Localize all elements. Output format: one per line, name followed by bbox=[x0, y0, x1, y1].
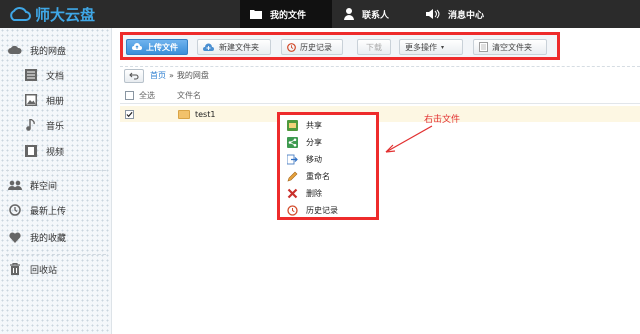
sidebar-item-video[interactable]: 视频 bbox=[24, 144, 64, 158]
menu-item-label: 分享 bbox=[306, 137, 322, 147]
delete-icon bbox=[287, 188, 298, 199]
clock-icon bbox=[8, 203, 22, 217]
upload-button[interactable]: 上传文件 bbox=[126, 39, 188, 55]
clear-folder-label: 清空文件夹 bbox=[492, 42, 532, 52]
history-button[interactable]: 历史记录 bbox=[281, 39, 343, 55]
context-menu: 共享 分享 移动 重命名 删除 历史记录 bbox=[277, 112, 379, 220]
menu-item-label: 删除 bbox=[306, 188, 322, 198]
cloud-icon bbox=[8, 43, 22, 57]
download-label: 下载 bbox=[366, 42, 382, 52]
person-icon bbox=[344, 8, 354, 20]
sidebar-item-photos[interactable]: 相册 bbox=[24, 93, 64, 107]
sidebar-item-favorites[interactable]: 我的收藏 bbox=[8, 230, 66, 244]
sidebar-item-label: 音乐 bbox=[46, 121, 65, 132]
menu-item-rename[interactable]: 重命名 bbox=[287, 169, 330, 183]
film-icon bbox=[24, 144, 38, 158]
share-folder-icon bbox=[287, 119, 298, 131]
folder-icon bbox=[250, 9, 262, 19]
logo-text: 师大云盘 bbox=[35, 5, 96, 24]
menu-item-label: 历史记录 bbox=[306, 205, 338, 215]
menu-item-share-link[interactable]: 分享 bbox=[287, 135, 322, 149]
sidebar-item-label: 相册 bbox=[46, 96, 65, 107]
checkmark-icon bbox=[126, 111, 133, 117]
app-logo[interactable]: 师大云盘 bbox=[8, 4, 95, 24]
breadcrumb-home-link[interactable]: 首页 bbox=[150, 70, 166, 81]
menu-item-history[interactable]: 历史记录 bbox=[287, 203, 338, 217]
nav-label: 联系人 bbox=[362, 10, 390, 21]
nav-messages[interactable]: 消息中心 bbox=[416, 0, 506, 28]
select-all-checkbox[interactable] bbox=[125, 91, 134, 100]
sidebar-item-label: 回收站 bbox=[30, 265, 58, 276]
history-label: 历史记录 bbox=[300, 42, 332, 52]
more-actions-label: 更多操作 bbox=[405, 42, 437, 52]
column-header-name[interactable]: 文件名 bbox=[177, 90, 201, 101]
sidebar-item-label: 我的网盘 bbox=[30, 46, 67, 57]
breadcrumb: 首页 » 我的网盘 bbox=[120, 66, 640, 84]
history-icon bbox=[287, 204, 298, 216]
sidebar-divider bbox=[6, 254, 106, 255]
sidebar-item-my-drive[interactable]: 我的网盘 bbox=[8, 43, 66, 57]
image-icon bbox=[24, 93, 38, 107]
nav-contacts[interactable]: 联系人 bbox=[334, 0, 414, 28]
upload-cloud-icon bbox=[132, 43, 142, 51]
clear-folder-button[interactable]: 清空文件夹 bbox=[473, 39, 547, 55]
new-folder-label: 新建文件夹 bbox=[219, 42, 259, 52]
cloud-logo-icon bbox=[10, 7, 31, 21]
menu-item-delete[interactable]: 删除 bbox=[287, 186, 322, 200]
nav-label: 消息中心 bbox=[448, 10, 485, 21]
upload-label: 上传文件 bbox=[146, 42, 178, 52]
sidebar-item-music[interactable]: 音乐 bbox=[24, 118, 64, 132]
sidebar-item-label: 我的收藏 bbox=[30, 233, 67, 244]
new-folder-icon bbox=[203, 43, 215, 52]
chevron-down-icon: ▾ bbox=[441, 43, 445, 51]
top-bar: 师大云盘 我的文件 联系人 消息中心 bbox=[0, 0, 640, 28]
toolbar: 上传文件 新建文件夹 历史记录 下载 更多操作 ▾ 清空文件夹 bbox=[120, 32, 560, 60]
move-icon bbox=[287, 154, 298, 165]
annotation-label: 右击文件 bbox=[424, 115, 461, 125]
file-name[interactable]: test1 bbox=[195, 110, 215, 119]
document-icon bbox=[24, 68, 38, 82]
speaker-icon bbox=[426, 9, 440, 19]
heart-icon bbox=[8, 230, 22, 244]
trash-icon bbox=[8, 262, 22, 276]
sidebar-item-recent-uploads[interactable]: 最新上传 bbox=[8, 203, 66, 217]
sidebar-item-label: 视频 bbox=[46, 147, 65, 158]
sidebar-item-documents[interactable]: 文档 bbox=[24, 68, 64, 82]
table-row[interactable]: test1 bbox=[120, 106, 640, 122]
sidebar-item-label: 群空间 bbox=[30, 181, 58, 192]
back-button[interactable] bbox=[124, 68, 144, 83]
nav-label: 我的文件 bbox=[270, 10, 307, 21]
new-folder-button[interactable]: 新建文件夹 bbox=[197, 39, 271, 55]
menu-item-label: 重命名 bbox=[306, 171, 330, 181]
sidebar-item-group-space[interactable]: 群空间 bbox=[8, 178, 57, 192]
music-icon bbox=[24, 118, 38, 132]
history-icon bbox=[287, 42, 296, 52]
select-all-label: 全选 bbox=[139, 91, 155, 100]
sidebar-item-trash[interactable]: 回收站 bbox=[8, 262, 57, 276]
more-actions-dropdown[interactable]: 更多操作 ▾ bbox=[399, 39, 463, 55]
breadcrumb-separator: » bbox=[169, 71, 174, 80]
breadcrumb-current: 我的网盘 bbox=[176, 71, 209, 80]
share-icon bbox=[287, 136, 298, 148]
sidebar-item-label: 最新上传 bbox=[30, 206, 67, 217]
menu-item-label: 共享 bbox=[306, 120, 322, 130]
menu-item-move[interactable]: 移动 bbox=[287, 152, 322, 166]
menu-item-share-group[interactable]: 共享 bbox=[287, 118, 322, 132]
menu-item-label: 移动 bbox=[306, 154, 322, 164]
back-arrow-icon bbox=[129, 72, 139, 80]
download-button[interactable]: 下载 bbox=[357, 39, 391, 55]
clear-folder-icon bbox=[479, 42, 488, 52]
folder-icon bbox=[178, 109, 190, 119]
group-icon bbox=[8, 178, 22, 192]
row-checkbox[interactable] bbox=[125, 109, 134, 119]
nav-my-files[interactable]: 我的文件 bbox=[240, 0, 332, 28]
file-table-header: 全选 文件名 bbox=[120, 88, 640, 104]
sidebar-divider bbox=[6, 170, 106, 171]
sidebar-item-label: 文档 bbox=[46, 71, 65, 82]
rename-icon bbox=[287, 171, 298, 182]
